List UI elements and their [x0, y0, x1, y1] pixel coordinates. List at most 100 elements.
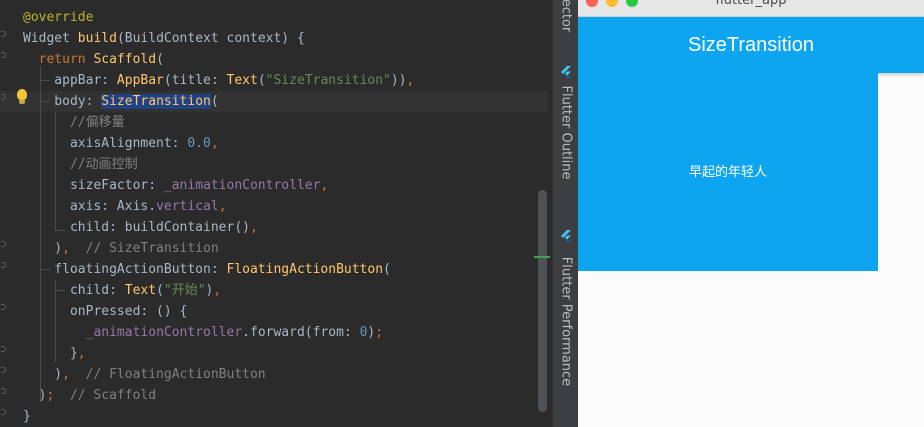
code-token: body: — [23, 94, 102, 109]
app-bar: SizeTransition — [578, 17, 924, 73]
code-token: return — [38, 52, 94, 67]
code-token: (title: — [163, 73, 227, 88]
code-token: floatingActionButton: — [23, 262, 227, 277]
code-token: , — [62, 241, 70, 256]
code-token: , — [218, 199, 227, 214]
code-token: AppBar — [116, 73, 164, 88]
code-token: ( — [210, 94, 219, 109]
fold-marker[interactable] — [1, 304, 6, 310]
code-token: )) — [390, 73, 407, 88]
code-token: vertical — [156, 199, 219, 214]
side-tool-strip: ector Flutter Outline Flutter Performanc… — [552, 0, 578, 427]
code-token: Text — [124, 283, 157, 298]
fold-marker[interactable] — [1, 262, 6, 268]
size-transition-container: 早起的年轻人 — [578, 73, 878, 271]
code-token: // FloatingActionButton — [69, 367, 266, 382]
code-line[interactable]: floatingActionButton: FloatingActionButt… — [23, 259, 391, 280]
code-line[interactable]: axis: Axis.vertical, — [23, 196, 227, 217]
tool-window-flutter-performance[interactable]: Flutter Performance — [559, 257, 574, 386]
code-token: Widget — [23, 31, 78, 46]
code-token: "开始" — [163, 283, 206, 298]
change-marker — [534, 256, 550, 258]
fold-marker[interactable] — [1, 346, 6, 352]
code-token: // SizeTransition — [69, 241, 219, 256]
editor-scrollbar-thumb[interactable] — [538, 190, 547, 412]
code-token: //偏移量 — [23, 115, 125, 130]
code-line[interactable]: ), // FloatingActionButton — [23, 364, 266, 385]
fold-marker[interactable] — [1, 409, 6, 415]
code-token: child: buildContainer() — [23, 220, 250, 235]
fold-marker[interactable] — [1, 31, 6, 37]
flutter-icon — [561, 230, 571, 242]
code-line[interactable]: body: SizeTransition( — [23, 91, 219, 112]
editor-gutter — [0, 0, 10, 427]
app-bar-title: SizeTransition — [688, 34, 814, 56]
code-line[interactable]: }, — [23, 343, 86, 364]
code-line[interactable]: @override — [23, 7, 93, 28]
code-token: , — [320, 178, 329, 193]
code-token: axisAlignment: — [23, 136, 188, 151]
code-line[interactable]: sizeFactor: _animationController, — [23, 175, 328, 196]
code-line[interactable]: appBar: AppBar(title: Text("SizeTransiti… — [23, 70, 414, 91]
flutter-icon — [561, 66, 571, 78]
code-editor[interactable]: @override Widget build(BuildContext conte… — [0, 0, 552, 427]
simulator-window: flutter_app SizeTransition 早起的年轻人 — [578, 0, 924, 427]
code-token: , — [249, 220, 258, 235]
code-token: ) — [23, 241, 63, 256]
fold-marker[interactable] — [1, 367, 6, 373]
code-token: child: — [23, 283, 125, 298]
code-line[interactable]: ), // SizeTransition — [23, 238, 219, 259]
code-token: , — [210, 136, 219, 151]
code-token: } — [23, 409, 31, 424]
window-title: flutter_app — [715, 0, 787, 8]
code-line[interactable]: child: Text("开始"), — [23, 280, 221, 301]
container-text: 早起的年轻人 — [688, 165, 767, 180]
code-token: @override — [23, 10, 94, 25]
code-line[interactable]: } — [23, 406, 31, 427]
code-token: _animationController — [85, 325, 243, 340]
window-titlebar[interactable]: flutter_app — [578, 0, 924, 17]
code-token: .forward(from: — [242, 325, 360, 340]
code-line[interactable]: onPressed: () { — [23, 301, 187, 322]
code-token: ( — [156, 52, 164, 67]
tool-window-inspector-label[interactable]: ector — [559, 0, 574, 32]
code-token: , — [62, 367, 70, 382]
code-token: ( — [383, 262, 391, 277]
fold-marker[interactable] — [1, 52, 6, 58]
code-line[interactable]: axisAlignment: 0.0, — [23, 133, 219, 154]
code-token: FloatingActionButton — [226, 262, 384, 277]
code-token: Scaffold — [93, 52, 157, 67]
code-token: , — [77, 346, 86, 361]
code-line[interactable]: child: buildContainer(), — [23, 217, 258, 238]
code-token: axis: Axis. — [23, 199, 157, 214]
code-token: } — [23, 346, 78, 361]
code-line[interactable]: return Scaffold( — [23, 49, 164, 70]
fold-marker[interactable] — [1, 388, 6, 394]
code-token: SizeTransition — [101, 94, 211, 109]
fold-marker[interactable] — [1, 241, 6, 247]
code-token: 0.0 — [187, 136, 211, 151]
code-token: ) — [23, 388, 47, 403]
code-token: appBar: — [23, 73, 117, 88]
code-token: onPressed: () { — [23, 304, 188, 319]
code-token: //动画控制 — [23, 157, 138, 172]
code-token: ; — [375, 325, 384, 340]
code-token: , — [213, 283, 222, 298]
code-line[interactable]: //偏移量 — [23, 112, 125, 133]
code-line[interactable]: _animationController.forward(from: 0); — [23, 322, 383, 343]
code-token: (BuildContext context) { — [116, 31, 305, 46]
code-line[interactable]: ); // Scaffold — [23, 385, 156, 406]
code-line[interactable]: Widget build(BuildContext context) { — [23, 28, 305, 49]
code-line[interactable]: //动画控制 — [23, 154, 138, 175]
code-token: ) — [23, 367, 63, 382]
code-token: build — [77, 31, 117, 46]
code-token: "SizeTransition" — [265, 73, 391, 88]
code-token: ( — [156, 283, 164, 298]
code-token: ( — [257, 73, 266, 88]
code-token: _animationController — [163, 178, 321, 193]
code-token: Text — [226, 73, 258, 88]
fold-marker[interactable] — [1, 94, 6, 100]
tool-window-flutter-outline[interactable]: Flutter Outline — [559, 85, 574, 179]
